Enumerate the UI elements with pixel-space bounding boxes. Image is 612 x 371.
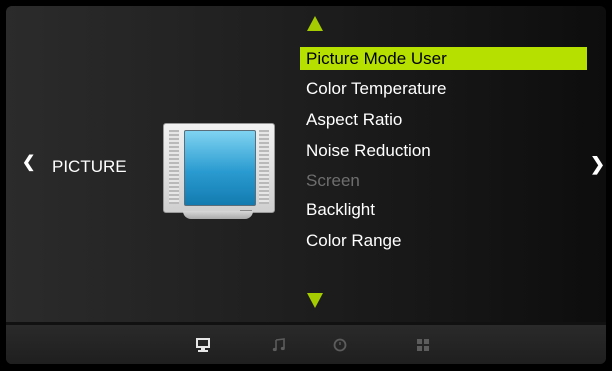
scroll-up-arrow-icon[interactable] — [307, 16, 323, 31]
section-title: PICTURE — [52, 157, 127, 176]
scroll-down-arrow-icon[interactable] — [307, 293, 323, 308]
bottom-tab-bar — [6, 322, 606, 364]
menu-item-color-range[interactable]: Color Range — [300, 229, 587, 252]
clock-icon[interactable] — [332, 337, 348, 353]
menu-item-picture-mode[interactable]: Picture Mode User — [300, 47, 587, 70]
picture-tv-icon — [163, 123, 275, 223]
music-note-icon[interactable] — [271, 337, 287, 353]
grid-icon[interactable] — [415, 337, 431, 353]
menu-item-aspect-ratio[interactable]: Aspect Ratio — [300, 108, 587, 131]
menu-item-color-temperature[interactable]: Color Temperature — [300, 77, 587, 100]
tv-menu-screen: ❮ PICTURE ❯ Picture Mode User Color Temp… — [6, 6, 606, 364]
menu-item-noise-reduction[interactable]: Noise Reduction — [300, 139, 587, 162]
previous-section-chevron-icon[interactable]: ❮ — [22, 155, 35, 171]
menu-item-screen: Screen — [306, 171, 360, 190]
next-section-chevron-icon[interactable]: ❯ — [590, 155, 605, 173]
menu-item-backlight[interactable]: Backlight — [300, 198, 587, 221]
monitor-icon[interactable] — [195, 337, 211, 353]
